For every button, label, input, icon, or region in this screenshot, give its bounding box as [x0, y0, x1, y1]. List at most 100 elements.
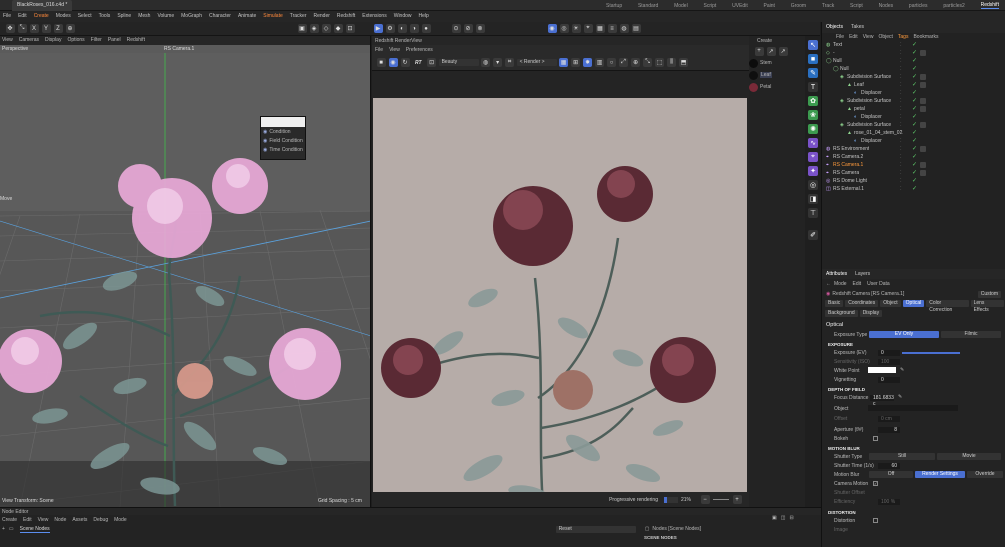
object-row[interactable]: ◐ Displacer ⁚ ✓	[822, 89, 1005, 97]
menu-character[interactable]: Character	[209, 11, 231, 22]
deformer-icon[interactable]: ❀	[808, 110, 818, 120]
visibility-dots-icon[interactable]: ⁚	[900, 65, 902, 73]
tab-layers[interactable]: Layers	[855, 269, 870, 280]
polygons-mode-icon[interactable]: ◆	[333, 24, 343, 33]
shutter-type-movie[interactable]: Movie	[937, 453, 1001, 460]
ne-menu-view[interactable]: View	[38, 517, 49, 523]
camera-motion-checkbox[interactable]: ✓	[873, 481, 878, 486]
enabled-check-icon[interactable]: ✓	[912, 65, 917, 73]
material-tag-icon[interactable]	[920, 122, 926, 128]
visibility-dots-icon[interactable]: ⁚	[900, 137, 902, 145]
attr-menu-mode[interactable]: Mode	[834, 281, 847, 287]
ne-menu-edit[interactable]: Edit	[23, 517, 32, 523]
offset-field[interactable]: 0 cm	[878, 416, 900, 422]
exposure-ev-field[interactable]: 0	[878, 350, 900, 356]
object-row[interactable]: ⌖ RS Camera.2 ⁚ ✓	[822, 153, 1005, 161]
ne-layout-icon[interactable]: ▣	[772, 515, 777, 521]
object-row[interactable]: ◯ Null ⁚ ✓	[822, 65, 1005, 73]
render-canvas[interactable]	[373, 98, 747, 506]
scale-tool-icon[interactable]: ⤡	[17, 24, 27, 33]
object-row[interactable]: ◯ Null ⁚ ✓	[822, 57, 1005, 65]
menu-simulate[interactable]: Simulate	[263, 11, 282, 22]
visibility-dots-icon[interactable]: ⁚	[900, 97, 902, 105]
enabled-check-icon[interactable]: ✓	[912, 97, 917, 105]
vignetting-field[interactable]: 0	[878, 377, 900, 383]
ne-menu-create[interactable]: Create	[2, 517, 17, 523]
object-name[interactable]: RS Camera.1	[833, 161, 863, 169]
layout-paint[interactable]: Paint	[764, 3, 775, 9]
object-name[interactable]: Text	[833, 41, 842, 49]
viewport-menu-cameras[interactable]: Cameras	[19, 36, 39, 45]
visibility-dots-icon[interactable]: ⁚	[900, 49, 902, 57]
material-tag-icon[interactable]	[920, 146, 926, 152]
subtab-object[interactable]: Object	[880, 300, 901, 307]
zoom-in-icon[interactable]: +	[732, 495, 742, 504]
ne-folder-icon[interactable]: ▭	[9, 526, 14, 532]
visibility-dots-icon[interactable]: ⁚	[900, 89, 902, 97]
object-name[interactable]: RS Dome Light	[833, 177, 867, 185]
material-tag-icon[interactable]	[920, 50, 926, 56]
object-name[interactable]: RS Environment	[833, 145, 869, 153]
render-picture-icon[interactable]: ◐	[397, 24, 407, 33]
menu-select[interactable]: Select	[78, 11, 92, 22]
enabled-check-icon[interactable]: ✓	[912, 105, 917, 113]
rv-menu-preferences[interactable]: Preferences	[406, 47, 433, 53]
viewport-menu-redshift[interactable]: Redshift	[127, 36, 145, 45]
object-row[interactable]: ▲ petal ⁚ ✓	[822, 105, 1005, 113]
layout-particles[interactable]: particles	[909, 3, 928, 9]
render-view-icon[interactable]: ▶	[373, 24, 383, 33]
enabled-check-icon[interactable]: ✓	[912, 89, 917, 97]
enabled-check-icon[interactable]: ✓	[912, 57, 917, 65]
ne-lock-icon[interactable]: ⊟	[789, 515, 793, 521]
keyframe-icon[interactable]: ⊗	[475, 24, 485, 33]
popup-item-condition[interactable]: ◉ Condition	[261, 127, 305, 136]
rv-menu-file[interactable]: File	[375, 47, 383, 53]
eyedropper-icon[interactable]: ✎	[900, 367, 904, 373]
zoom-fit-icon[interactable]: ⤢	[619, 58, 629, 67]
viewport-menu-panel[interactable]: Panel	[108, 36, 121, 45]
motion-blur-render-settings[interactable]: Render Settings	[915, 471, 965, 478]
object-name[interactable]: RS External.1	[833, 185, 864, 193]
object-name[interactable]: Subdivision Surface	[847, 121, 891, 129]
ne-menu-debug[interactable]: Debug	[93, 517, 108, 523]
material-create-menu[interactable]: Create	[757, 38, 772, 44]
menu-window[interactable]: Window	[394, 11, 412, 22]
visibility-dots-icon[interactable]: ⁚	[900, 145, 902, 153]
obj-menu-tags[interactable]: Tags	[898, 34, 909, 40]
layout-groom[interactable]: Groom	[791, 3, 806, 9]
enabled-check-icon[interactable]: ✓	[912, 177, 917, 185]
menu-mograph[interactable]: MoGraph	[181, 11, 202, 22]
visibility-dots-icon[interactable]: ⁚	[900, 57, 902, 65]
scene-icon[interactable]: ◎	[808, 180, 818, 190]
split-icon[interactable]: ⫼	[667, 58, 677, 67]
visibility-dots-icon[interactable]: ⁚	[900, 73, 902, 81]
layout-script[interactable]: Script	[704, 3, 717, 9]
motion-blur-off[interactable]: Off	[869, 471, 913, 478]
interactive-render-icon[interactable]: ◉	[547, 24, 557, 33]
menu-redshift[interactable]: Redshift	[337, 11, 355, 22]
menu-tools[interactable]: Tools	[99, 11, 111, 22]
object-row[interactable]: ◐ Displacer ⁚ ✓	[822, 137, 1005, 145]
cube-icon[interactable]: ■	[808, 54, 818, 64]
object-name[interactable]: Subdivision Surface	[847, 97, 891, 105]
menu-help[interactable]: Help	[419, 11, 429, 22]
circle-icon[interactable]: ○	[607, 58, 617, 67]
exposure-type-filmic[interactable]: Filmic	[941, 331, 1001, 338]
material-icon[interactable]: ◎	[559, 24, 569, 33]
viewport-panel[interactable]: View Cameras Display Options Filter Pane…	[0, 36, 371, 507]
visibility-dots-icon[interactable]: ⁚	[900, 153, 902, 161]
edit-render-icon[interactable]: ◑	[409, 24, 419, 33]
bucket-icon[interactable]: ✸	[583, 58, 593, 67]
material-tag-icon[interactable]	[920, 74, 926, 80]
object-row[interactable]: ◍ Text ⁚ ✓	[822, 41, 1005, 49]
ne-add-icon[interactable]: +	[2, 526, 5, 532]
object-row[interactable]: ◇ - ⁚ ✓	[822, 49, 1005, 57]
obj-menu-object[interactable]: Object	[878, 34, 892, 40]
menu-spline[interactable]: Spline	[117, 11, 131, 22]
layout-script-2[interactable]: Script	[850, 3, 863, 9]
stop-render-icon[interactable]: ■	[376, 58, 386, 67]
focus-picker-icon[interactable]: ✎	[898, 394, 902, 400]
object-name[interactable]: Subdivision Surface	[847, 73, 891, 81]
enabled-check-icon[interactable]: ✓	[912, 185, 917, 193]
tab-takes[interactable]: Takes	[851, 22, 864, 33]
